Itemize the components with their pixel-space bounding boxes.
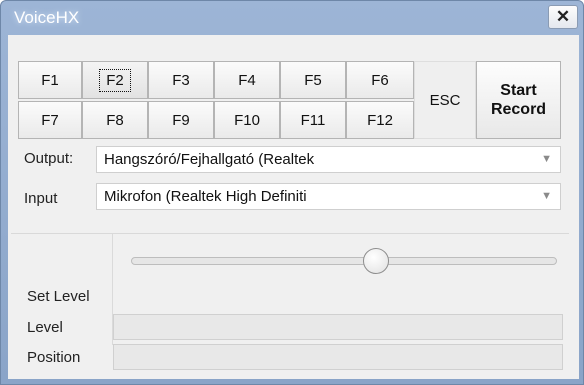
key-f11[interactable]: F11: [280, 101, 346, 139]
key-label: F6: [371, 71, 389, 89]
output-label: Output:: [24, 150, 74, 167]
window-title: VoiceHX: [14, 8, 80, 27]
key-f1[interactable]: F1: [18, 61, 82, 99]
key-label: F11: [300, 111, 326, 129]
key-f5[interactable]: F5: [280, 61, 346, 99]
close-button[interactable]: ✕: [548, 5, 578, 29]
input-device-value: Mikrofon (Realtek High Definiti: [104, 188, 307, 205]
key-label: F7: [41, 111, 59, 129]
position-meter: [113, 344, 563, 370]
app-window: VoiceHX ✕ F1 F2 F3 F4 F5 F6 F7 F8 F9 F10…: [0, 0, 584, 385]
key-label: F4: [238, 71, 256, 89]
output-device-select[interactable]: Hangszóró/Fejhallgató (Realtek ▼: [96, 146, 561, 173]
key-label: F9: [172, 111, 190, 129]
title-bar[interactable]: VoiceHX ✕: [1, 1, 584, 35]
key-f4[interactable]: F4: [214, 61, 280, 99]
key-f10[interactable]: F10: [214, 101, 280, 139]
input-label: Input: [24, 190, 58, 207]
key-f3[interactable]: F3: [148, 61, 214, 99]
key-f9[interactable]: F9: [148, 101, 214, 139]
key-f6[interactable]: F6: [346, 61, 414, 99]
position-label: Position: [27, 349, 81, 366]
level-meter: [113, 314, 563, 340]
key-label: F3: [172, 71, 190, 89]
key-label: F10: [234, 111, 260, 129]
dropdown-arrow-icon: ▼: [541, 190, 552, 202]
start-record-line1: Start: [500, 82, 537, 99]
start-record-label: Start Record: [491, 81, 546, 119]
key-label: F5: [304, 71, 322, 89]
set-level-slider[interactable]: [131, 257, 557, 265]
start-record-line2: Record: [490, 101, 547, 118]
set-level-label: Set Level: [27, 288, 90, 305]
esc-label: ESC: [429, 91, 461, 109]
start-record-button[interactable]: Start Record: [476, 61, 561, 139]
esc-button[interactable]: ESC: [414, 61, 476, 139]
key-label: F1: [41, 71, 59, 89]
key-f12[interactable]: F12: [346, 101, 414, 139]
key-f7[interactable]: F7: [18, 101, 82, 139]
close-icon: ✕: [555, 7, 571, 26]
level-label: Level: [27, 319, 63, 336]
key-f8[interactable]: F8: [82, 101, 148, 139]
key-label: F12: [367, 111, 393, 129]
key-label: F2: [99, 68, 131, 92]
slider-thumb[interactable]: [363, 248, 389, 274]
key-label: F8: [106, 111, 124, 129]
input-device-select[interactable]: Mikrofon (Realtek High Definiti ▼: [96, 183, 561, 210]
key-f2[interactable]: F2: [82, 61, 148, 99]
dropdown-arrow-icon: ▼: [541, 153, 552, 165]
output-device-value: Hangszóró/Fejhallgató (Realtek: [104, 151, 315, 168]
